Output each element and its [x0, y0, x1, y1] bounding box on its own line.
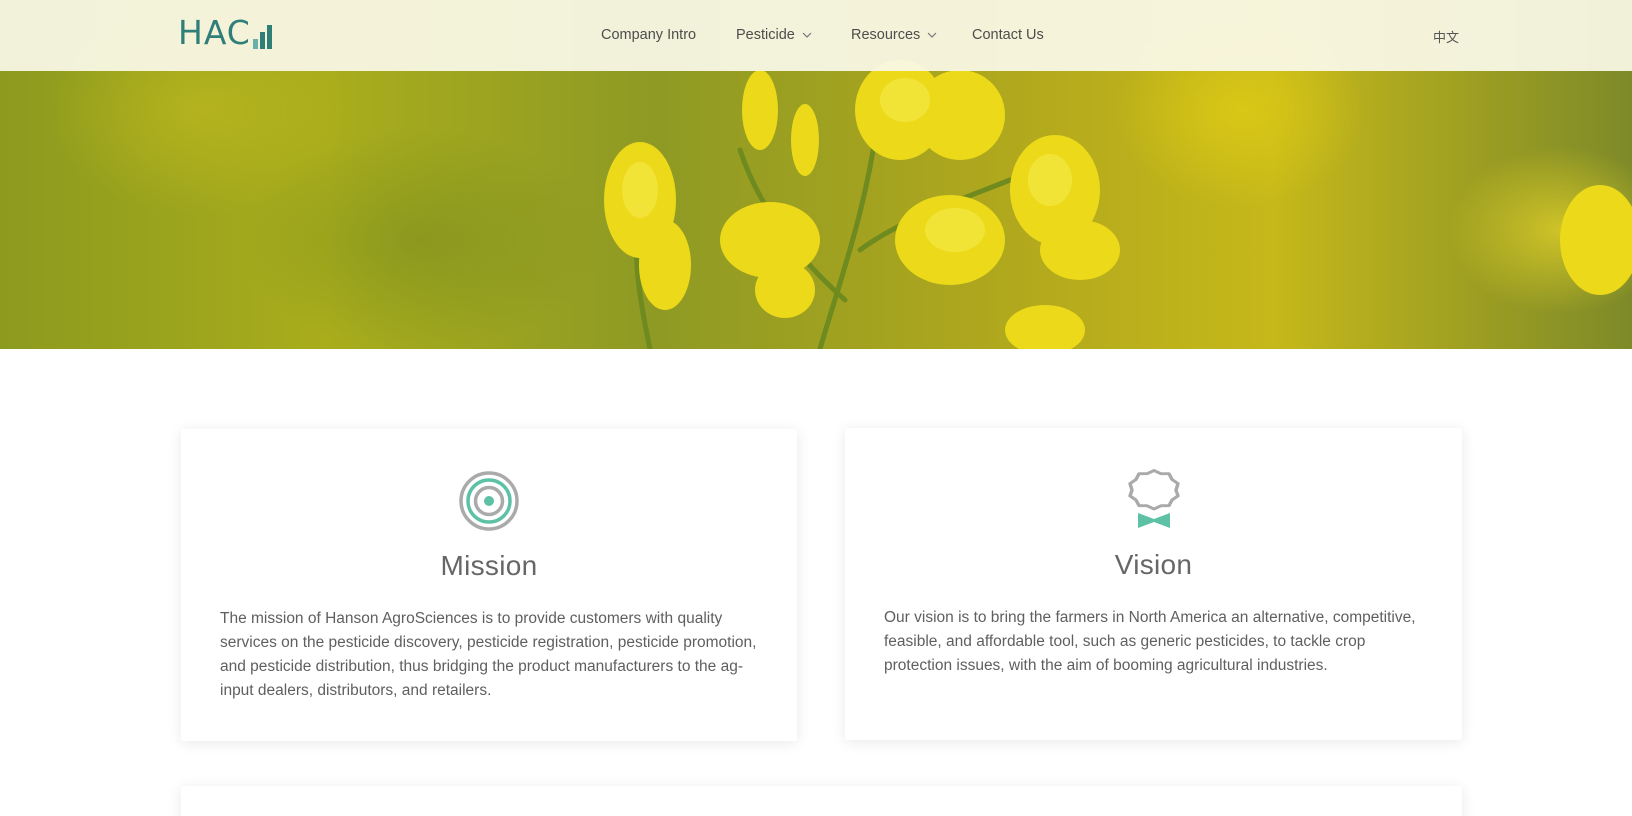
mission-text: The mission of Hanson AgroSciences is to…	[220, 610, 757, 699]
nav-contact-us[interactable]: Contact Us	[972, 27, 1044, 43]
vision-card: Vision Our vision is to bring the farmer…	[845, 428, 1462, 740]
nav-label: Pesticide	[736, 27, 795, 43]
next-section-card	[181, 786, 1462, 816]
nav-label: Company Intro	[601, 27, 697, 43]
target-icon	[459, 471, 519, 531]
chevron-down-icon	[927, 32, 937, 38]
vision-title: Vision	[1114, 549, 1193, 580]
chevron-down-icon	[802, 32, 812, 38]
vision-text: Our vision is to bring the farmers in No…	[884, 609, 1416, 674]
site-header: HAC Company Intro Pesticide Resources Co…	[0, 0, 1632, 71]
mission-card: Mission The mission of Hanson AgroScienc…	[181, 429, 797, 741]
nav-label: Contact Us	[972, 27, 1044, 43]
mission-title: Mission	[440, 550, 538, 581]
nav-pesticide[interactable]: Pesticide	[736, 27, 812, 43]
nav-label: Resources	[851, 27, 921, 43]
award-badge-icon	[1127, 469, 1180, 528]
language-switch[interactable]: 中文	[1433, 27, 1459, 46]
nav-company-intro[interactable]: Company Intro	[601, 27, 696, 43]
main-nav: Company Intro Pesticide Resources Contac…	[0, 27, 1632, 47]
nav-resources[interactable]: Resources	[851, 27, 937, 43]
